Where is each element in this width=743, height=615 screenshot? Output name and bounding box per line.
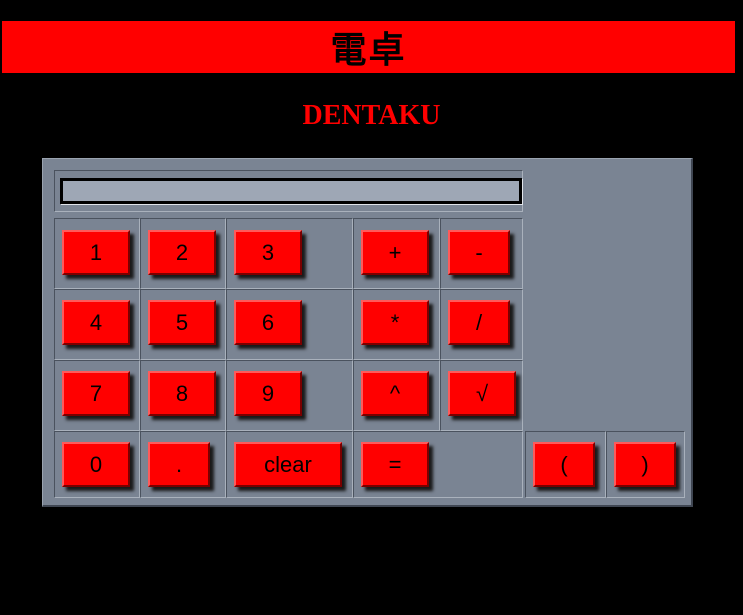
digit-6-button[interactable]: 6: [234, 300, 302, 345]
cell-power: ^: [353, 360, 440, 431]
calculator-panel: 1 2 3 + - 4 5 6 * / 7 8 9 ^ √ 0 . clear …: [42, 158, 693, 507]
cell-clear: clear: [226, 431, 353, 498]
digit-2-button[interactable]: 2: [148, 230, 216, 275]
cell-lparen: (: [525, 431, 606, 498]
cell-7: 7: [54, 360, 140, 431]
minus-button[interactable]: -: [448, 230, 510, 275]
clear-button[interactable]: clear: [234, 442, 342, 487]
digit-1-button[interactable]: 1: [62, 230, 130, 275]
digit-0-button[interactable]: 0: [62, 442, 130, 487]
divide-button[interactable]: /: [448, 300, 510, 345]
decimal-point-button[interactable]: .: [148, 442, 210, 487]
cell-multiply: *: [353, 289, 440, 360]
left-paren-button[interactable]: (: [533, 442, 595, 487]
right-paren-button[interactable]: ): [614, 442, 676, 487]
sqrt-button[interactable]: √: [448, 371, 516, 416]
cell-5: 5: [140, 289, 226, 360]
calculator-display[interactable]: [60, 178, 522, 204]
cell-6: 6: [226, 289, 353, 360]
cell-minus: -: [440, 218, 523, 289]
cell-8: 8: [140, 360, 226, 431]
cell-dot: .: [140, 431, 226, 498]
digit-4-button[interactable]: 4: [62, 300, 130, 345]
cell-sqrt: √: [440, 360, 523, 431]
digit-9-button[interactable]: 9: [234, 371, 302, 416]
cell-0: 0: [54, 431, 140, 498]
cell-divide: /: [440, 289, 523, 360]
digit-7-button[interactable]: 7: [62, 371, 130, 416]
equals-button[interactable]: =: [361, 442, 429, 487]
cell-9: 9: [226, 360, 353, 431]
display-cell: [54, 170, 523, 212]
cell-2: 2: [140, 218, 226, 289]
multiply-button[interactable]: *: [361, 300, 429, 345]
digit-5-button[interactable]: 5: [148, 300, 216, 345]
power-button[interactable]: ^: [361, 371, 429, 416]
cell-4: 4: [54, 289, 140, 360]
cell-1: 1: [54, 218, 140, 289]
title-bar: 電卓: [2, 21, 735, 73]
digit-8-button[interactable]: 8: [148, 371, 216, 416]
plus-button[interactable]: +: [361, 230, 429, 275]
page-title: 電卓: [330, 30, 407, 71]
cell-equals: =: [353, 431, 523, 498]
cell-rparen: ): [606, 431, 685, 498]
cell-plus: +: [353, 218, 440, 289]
cell-3: 3: [226, 218, 353, 289]
page-subtitle: DENTAKU: [302, 100, 441, 131]
digit-3-button[interactable]: 3: [234, 230, 302, 275]
